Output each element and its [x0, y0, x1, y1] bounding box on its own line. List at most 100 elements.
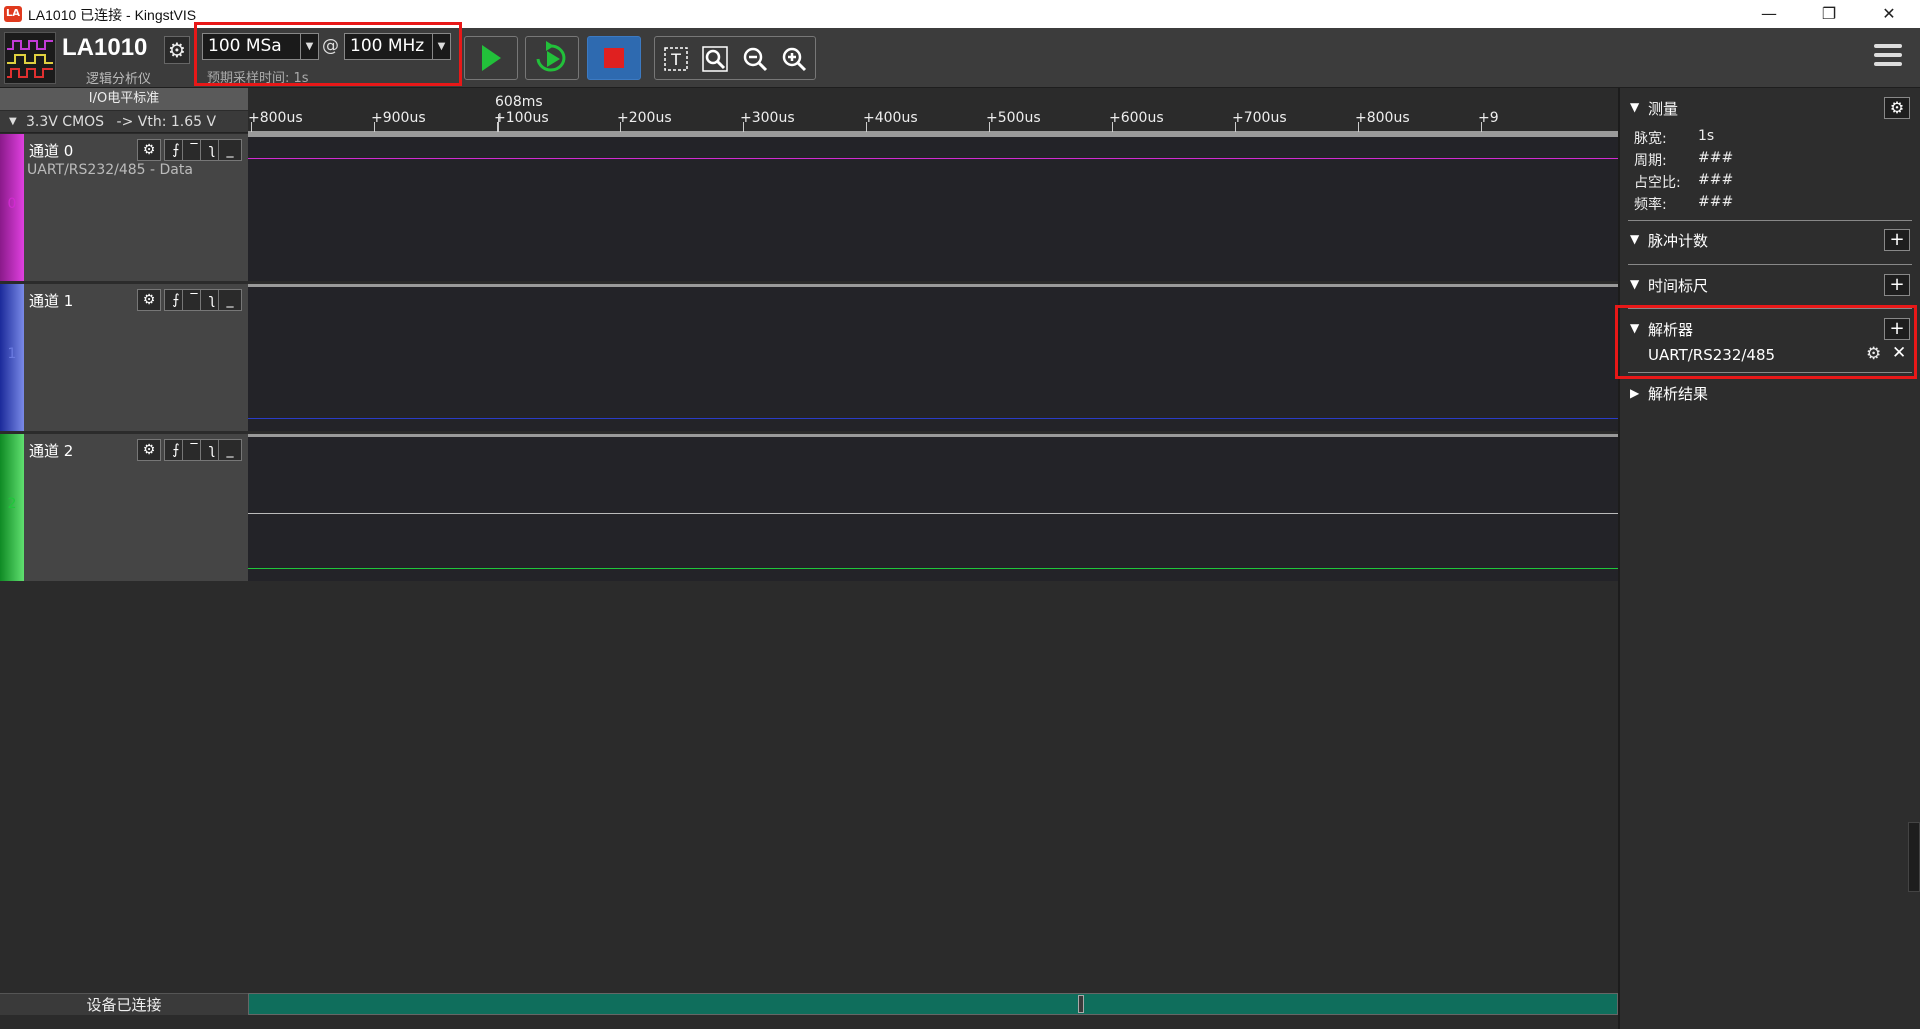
ruler-tick-mark [743, 122, 744, 132]
decode-results-section-title[interactable]: 解析结果 [1648, 383, 1708, 404]
ruler-tick-mark [1481, 122, 1482, 132]
right-panel: ▼ 测量 ⚙ 脉宽: 1s 周期: ### 占空比: ### 频率: ### ▼… [1618, 88, 1920, 1029]
chevron-down-icon[interactable]: ▼ [300, 34, 318, 59]
ruler-tick-label: +200us [617, 110, 672, 126]
channel-index: 1 [7, 346, 17, 362]
ruler-tick-mark [374, 122, 375, 132]
ruler-tick-mark [1112, 122, 1113, 132]
io-standard: 3.3V CMOS [26, 114, 105, 130]
channel-1-header: 1 通道 1 ⚙ ⨍ ‾ ʅ _ [0, 284, 248, 431]
device-subtitle: 逻辑分析仪 [86, 72, 152, 87]
minimize-button[interactable]: — [1746, 0, 1792, 28]
device-settings-gear-icon[interactable]: ⚙ [164, 36, 190, 64]
svg-text:T: T [670, 50, 681, 69]
io-vth: -> Vth: 1.65 V [116, 114, 217, 130]
timeline-scrollbar[interactable] [248, 993, 1618, 1015]
restore-button[interactable]: ❐ [1806, 0, 1852, 28]
measure-section-title[interactable]: 测量 [1648, 98, 1678, 119]
divider [1628, 264, 1912, 265]
decoder-remove-close-icon[interactable]: ✕ [1892, 343, 1906, 363]
signal-line [248, 418, 1618, 419]
start-button[interactable] [464, 36, 518, 80]
ruler-tick-mark [1358, 122, 1359, 132]
sample-rate-select[interactable]: 100 MHz ▼ [344, 33, 451, 60]
stop-icon [604, 48, 624, 68]
empty-area [0, 585, 248, 993]
low-level-icon[interactable]: _ [218, 139, 242, 161]
chevron-down-icon[interactable]: ▼ [1630, 321, 1639, 335]
channel-index: 2 [7, 496, 17, 512]
channel-0-waveform[interactable] [248, 134, 1618, 281]
chevron-right-icon[interactable]: ▶ [1630, 386, 1639, 400]
chevron-down-icon: ▼ [9, 116, 17, 127]
add-decoder-plus-icon[interactable]: + [1884, 318, 1910, 340]
measure-settings-gear-icon[interactable]: ⚙ [1884, 97, 1910, 119]
stop-button[interactable] [587, 36, 641, 80]
title-bar: LA LA1010 已连接 - KingstVIS — ❐ ✕ [0, 0, 1920, 28]
channel-2-header: 2 通道 2 ⚙ ⨍ ‾ ʅ _ [0, 434, 248, 581]
close-button[interactable]: ✕ [1866, 0, 1912, 28]
side-drag-handle[interactable] [1908, 822, 1920, 892]
zoom-in-icon[interactable] [779, 44, 809, 74]
ruler-tick-label: +700us [1232, 110, 1287, 126]
measure-label: 脉宽: [1634, 131, 1667, 147]
ruler-tick-label: +500us [986, 110, 1041, 126]
repeat-start-button[interactable] [525, 36, 579, 80]
zoom-out-icon[interactable] [740, 44, 770, 74]
scrollbar-thumb[interactable] [1078, 995, 1084, 1013]
zoom-fit-icon[interactable] [700, 44, 730, 74]
ruler-tick-label: +100us [494, 110, 549, 126]
io-level-select[interactable]: ▼ 3.3V CMOS -> Vth: 1.65 V [0, 111, 248, 133]
pulse-count-section-title[interactable]: 脉冲计数 [1648, 230, 1708, 251]
ruler-tick-label: +900us [371, 110, 426, 126]
chevron-down-icon[interactable]: ▼ [1630, 277, 1639, 291]
channel-name: 通道 2 [29, 442, 74, 460]
ruler-tick-mark [989, 122, 990, 132]
time-ruler-section-title[interactable]: 时间标尺 [1648, 275, 1708, 296]
decoders-section-title[interactable]: 解析器 [1648, 319, 1693, 340]
ruler-tick-mark [497, 122, 498, 132]
chevron-down-icon[interactable]: ▼ [1630, 100, 1639, 114]
time-ruler[interactable]: 608ms +800us +900us +100us +200us +300us +400… [248, 88, 1618, 134]
hamburger-menu-icon[interactable] [1874, 44, 1902, 70]
divider [1628, 372, 1912, 373]
channel-1-waveform[interactable] [248, 284, 1618, 431]
ruler-tick-label: +600us [1109, 110, 1164, 126]
device-name: LA1010 [62, 34, 148, 61]
io-level-header: I/O电平标准 [0, 88, 248, 110]
signal-line [248, 158, 1618, 159]
channel-trigger-buttons: ⚙ ⨍ ‾ ʅ _ [137, 289, 243, 311]
decoder-settings-gear-icon[interactable]: ⚙ [1866, 344, 1881, 364]
low-level-icon[interactable]: _ [218, 289, 242, 311]
channel-settings-gear-icon[interactable]: ⚙ [137, 289, 161, 311]
channel-trigger-buttons: ⚙ ⨍ ‾ ʅ _ [137, 139, 243, 161]
play-icon [482, 45, 501, 71]
ruler-tick-mark [251, 122, 252, 132]
device-logo-icon [4, 32, 56, 84]
ruler-tick-label: +800us [1355, 110, 1410, 126]
app-logo-icon: LA [4, 6, 22, 22]
expected-sample-time: 预期采样时间: 1s [207, 71, 309, 86]
add-time-ruler-plus-icon[interactable]: + [1884, 274, 1910, 296]
channel-0-header: 0 通道 0 UART/RS232/485 - Data ⚙ ⨍ ‾ ʅ _ [0, 134, 248, 281]
text-tool-icon[interactable]: T [661, 44, 691, 74]
sample-count-select[interactable]: 100 MSa ▼ [202, 33, 319, 60]
channel-settings-gear-icon[interactable]: ⚙ [137, 439, 161, 461]
cursor-time-label: 608ms [495, 94, 543, 110]
divider [1628, 308, 1912, 309]
channel-settings-gear-icon[interactable]: ⚙ [137, 139, 161, 161]
channel-trigger-buttons: ⚙ ⨍ ‾ ʅ _ [137, 439, 243, 461]
add-pulse-count-plus-icon[interactable]: + [1884, 229, 1910, 251]
device-status: 设备已连接 [0, 993, 248, 1015]
ruler-tick-mark [1235, 122, 1236, 132]
channel-index: 0 [7, 196, 17, 212]
ruler-tick-label: +400us [863, 110, 918, 126]
measure-label: 频率: [1634, 197, 1667, 213]
chevron-down-icon[interactable]: ▼ [1630, 232, 1639, 246]
low-level-icon[interactable]: _ [218, 439, 242, 461]
chevron-down-icon[interactable]: ▼ [432, 34, 450, 59]
sample-rate-value: 100 MHz [350, 36, 425, 56]
channel-2-waveform[interactable] [248, 434, 1618, 581]
measure-label: 周期: [1634, 153, 1667, 169]
decoder-item[interactable]: UART/RS232/485 [1648, 346, 1775, 364]
